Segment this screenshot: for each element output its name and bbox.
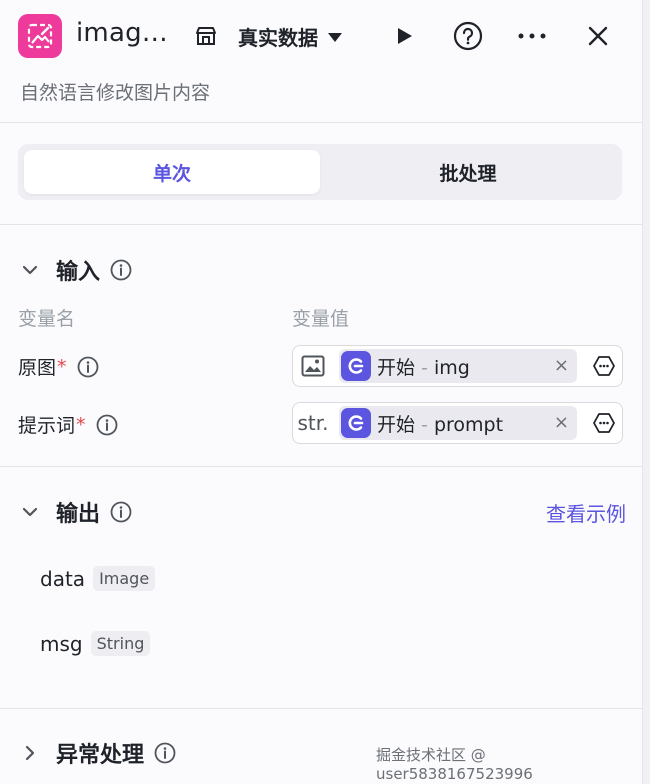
store-icon[interactable] — [194, 24, 218, 48]
param-label-prompt: 提示词 * — [18, 411, 118, 438]
param-value-prompt[interactable]: str. 开始 - prompt × — [292, 402, 623, 444]
input-section-title: 输入 — [56, 260, 101, 285]
output-field: data Image — [40, 566, 156, 591]
chevron-right-icon — [25, 745, 35, 761]
output-field-name: data — [40, 566, 86, 591]
caret-down-icon — [328, 33, 342, 42]
divider — [0, 224, 642, 225]
output-field-type: Image — [93, 566, 156, 591]
remove-reference-button[interactable]: × — [554, 412, 569, 433]
info-icon[interactable] — [77, 356, 99, 378]
tab-single[interactable]: 单次 — [24, 150, 320, 194]
close-button[interactable] — [582, 20, 614, 52]
scrollbar[interactable] — [642, 0, 650, 784]
reference-separator: - — [415, 356, 434, 379]
output-field-type: String — [90, 631, 151, 656]
image-edit-icon — [18, 14, 62, 58]
node-description: 自然语言修改图片内容 — [20, 82, 211, 104]
data-source-select[interactable]: 真实数据 — [238, 22, 342, 51]
reference-separator: - — [415, 413, 434, 436]
info-icon[interactable] — [110, 501, 132, 523]
param-label-image: 原图 * — [18, 353, 99, 380]
watermark: 掘金技术社区 @ user5838167523996 — [376, 746, 533, 783]
exception-section-title: 异常处理 — [56, 743, 145, 768]
view-example-link[interactable]: 查看示例 — [546, 498, 626, 527]
output-section-title: 输出 — [56, 502, 101, 527]
required-mark: * — [57, 355, 67, 378]
reference-variable: prompt — [433, 413, 504, 436]
start-node-icon — [341, 408, 371, 438]
output-field-name: msg — [40, 631, 83, 656]
help-button[interactable] — [452, 20, 484, 52]
param-name: 提示词 — [18, 415, 76, 437]
node-title[interactable]: imag… — [76, 18, 168, 48]
required-mark: * — [76, 413, 86, 436]
chevron-down-icon — [22, 507, 38, 517]
more-dots-icon — [518, 33, 546, 39]
variable-picker-icon[interactable] — [592, 411, 616, 435]
reference-variable: img — [433, 356, 470, 379]
start-node-icon — [341, 351, 371, 381]
divider — [0, 466, 642, 467]
divider — [0, 708, 642, 709]
node-panel: imag… 真实数据 自然语言修改图片内容 单次 批处理 输入 变量名 变量值 … — [0, 0, 642, 784]
output-section-header[interactable]: 输出 — [20, 496, 132, 528]
mode-tabs: 单次 批处理 — [18, 144, 622, 200]
info-icon[interactable] — [110, 259, 132, 281]
chevron-down-icon — [22, 265, 38, 275]
data-source-label: 真实数据 — [238, 26, 318, 50]
remove-reference-button[interactable]: × — [554, 355, 569, 376]
divider — [0, 122, 642, 123]
panel-header: imag… 真实数据 自然语言修改图片内容 — [0, 0, 642, 122]
variable-reference-tag[interactable]: 开始 - prompt × — [339, 406, 577, 440]
more-button[interactable] — [516, 20, 548, 52]
param-name: 原图 — [18, 357, 57, 379]
play-icon — [398, 28, 412, 44]
close-icon — [588, 26, 608, 46]
string-type-label: str. — [297, 411, 329, 435]
tab-batch[interactable]: 批处理 — [320, 150, 616, 194]
info-icon[interactable] — [154, 742, 176, 764]
output-field: msg String — [40, 631, 151, 656]
exception-section-header[interactable]: 异常处理 — [20, 737, 176, 769]
param-value-image[interactable]: 开始 - img × — [292, 345, 623, 387]
column-header-name: 变量名 — [18, 308, 76, 330]
variable-picker-icon[interactable] — [592, 354, 616, 378]
image-type-icon — [293, 346, 333, 386]
question-icon — [453, 21, 483, 51]
reference-source: 开始 — [377, 356, 416, 379]
reference-source: 开始 — [377, 413, 416, 436]
column-header-value: 变量值 — [292, 308, 350, 330]
info-icon[interactable] — [96, 414, 118, 436]
variable-reference-tag[interactable]: 开始 - img × — [339, 349, 577, 383]
run-button[interactable] — [388, 20, 420, 52]
input-section-header[interactable]: 输入 — [20, 254, 132, 286]
